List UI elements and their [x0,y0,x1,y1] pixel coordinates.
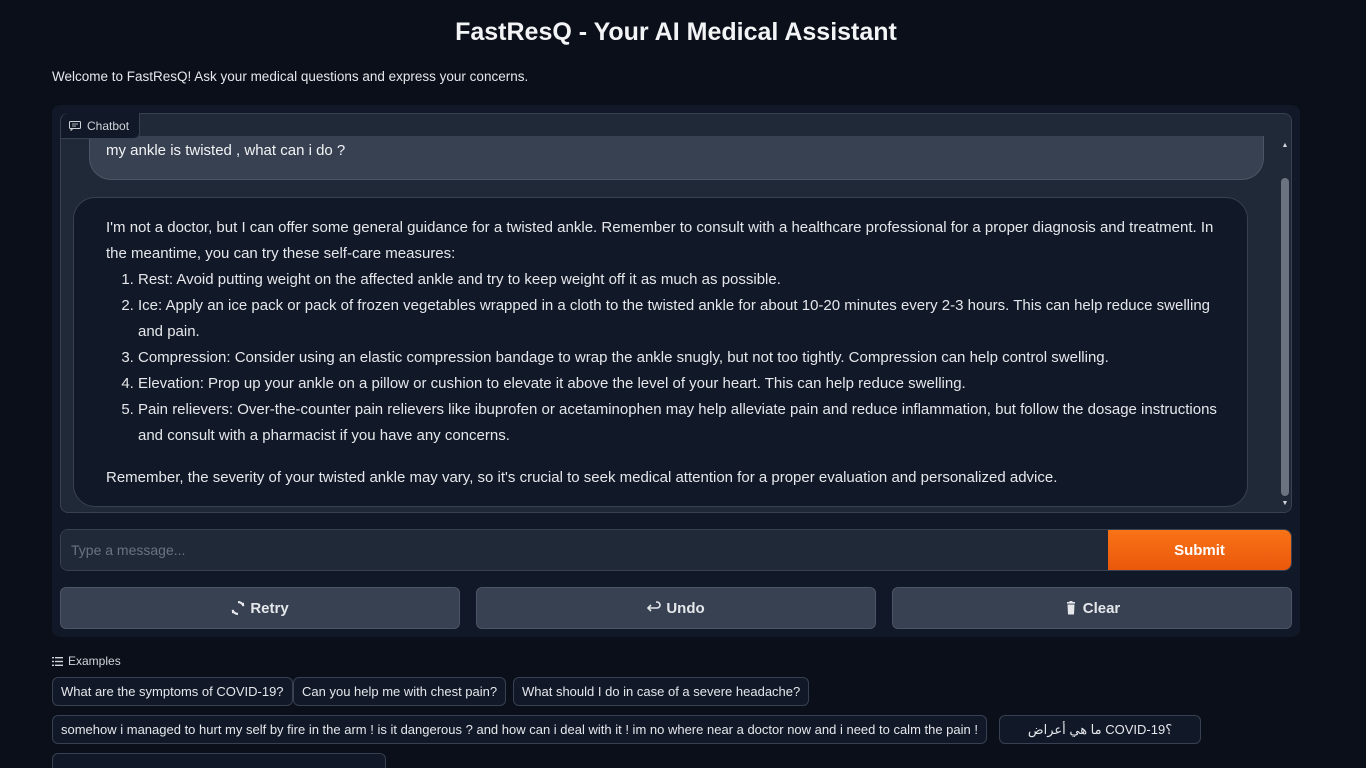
undo-label: Undo [666,599,705,617]
example-button[interactable]: Can you help me with chest pain? [293,677,507,706]
scrollbar-thumb[interactable] [1281,178,1289,496]
chatbot-window[interactable]: my ankle is twisted , what can i do ? I'… [60,113,1292,513]
message-input-row: Submit [60,529,1292,571]
page-title: FastResQ - Your AI Medical Assistant [455,18,897,46]
retry-label: Retry [250,599,289,617]
bot-step: Compression: Consider using an elastic c… [138,345,1231,371]
scroll-down-arrow-icon[interactable]: ▼ [1281,500,1289,508]
bot-step: Elevation: Prop up your ankle on a pillo… [138,371,1231,397]
user-message: my ankle is twisted , what can i do ? [89,136,1264,180]
chat-messages: my ankle is twisted , what can i do ? I'… [61,114,1279,512]
message-input[interactable] [61,530,1108,570]
retry-button[interactable]: Retry [60,587,460,629]
trash-icon [1066,601,1075,615]
bot-step: Pain relievers: Over-the-counter pain re… [138,397,1231,449]
bot-step: Rest: Avoid putting weight on the affect… [138,267,1231,293]
submit-button[interactable]: Submit [1108,530,1291,570]
example-button[interactable]: What should I do in case of a severe hea… [513,677,810,706]
action-buttons: Retry Undo Clear [60,587,1292,629]
clear-button[interactable]: Clear [892,587,1292,629]
example-button[interactable]: somehow i managed to hurt my self by fir… [52,715,987,744]
bot-outro: Remember, the severity of your twisted a… [106,469,1058,486]
chat-icon [69,120,81,131]
bot-message: I'm not a doctor, but I can offer some g… [73,197,1248,507]
scroll-up-arrow-icon[interactable]: ▲ [1281,142,1289,150]
example-button-partial[interactable] [52,753,386,768]
retry-icon [231,601,245,615]
list-icon [52,656,63,666]
chatbot-label-text: Chatbot [87,118,130,133]
bot-intro: I'm not a doctor, but I can offer some g… [106,219,1214,262]
undo-icon [647,601,662,612]
clear-label: Clear [1082,599,1121,617]
bot-step: Ice: Apply an ice pack or pack of frozen… [138,293,1231,345]
welcome-text: Welcome to FastResQ! Ask your medical qu… [52,69,529,84]
examples-label: Examples [68,654,121,668]
undo-button[interactable]: Undo [476,587,876,629]
examples-header: Examples [52,654,121,668]
example-button[interactable]: ما هي أعراض COVID-19؟ [999,715,1201,744]
example-button[interactable]: What are the symptoms of COVID-19? [52,677,293,706]
bot-steps-list: Rest: Avoid putting weight on the affect… [106,267,1231,449]
chatbot-label: Chatbot [61,113,141,139]
